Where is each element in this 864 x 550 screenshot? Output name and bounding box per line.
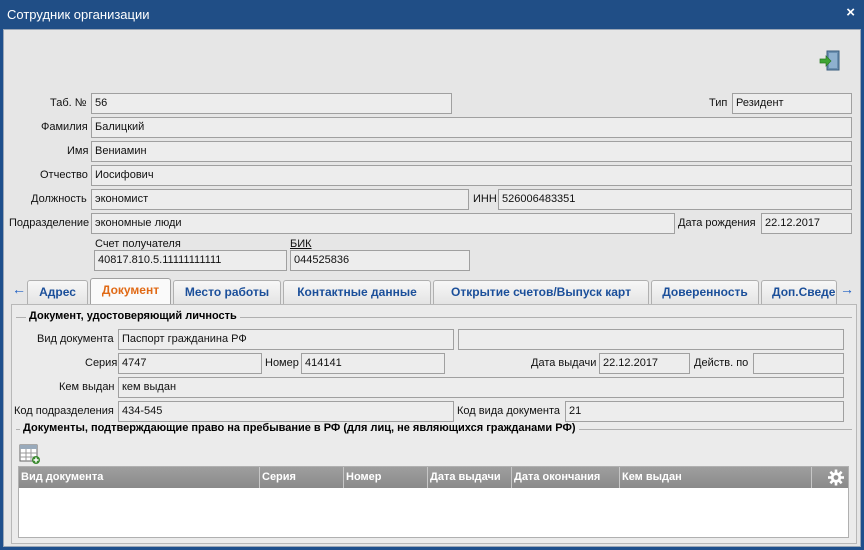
issued-by-label: Кем выдан [59, 381, 115, 393]
department-field[interactable]: экономные люди [91, 213, 675, 234]
arrow-right-icon[interactable]: → [839, 278, 855, 302]
inn-label: ИНН [473, 193, 497, 205]
surname-field[interactable]: Балицкий [91, 117, 852, 138]
tab-address[interactable]: Адрес [27, 280, 88, 304]
doc-type-code-label: Код вида документа [457, 405, 560, 417]
tab-no-label: Таб. № [50, 97, 87, 109]
dept-code-field[interactable]: 434-545 [118, 401, 454, 422]
identity-doc-section-title: Документ, удостоверяющий личность [26, 310, 240, 322]
employee-window: Сотрудник организации × Таб. № 56 Тип Ре… [0, 0, 864, 550]
name-field[interactable]: Вениамин [91, 141, 852, 162]
tab-document[interactable]: Документ [90, 278, 171, 305]
tab-additional-info[interactable]: Доп.Сведе [761, 280, 837, 304]
valid-to-field[interactable] [753, 353, 844, 374]
doc-type-code-field[interactable]: 21 [565, 401, 844, 422]
doc-type-label: Вид документа [37, 333, 114, 345]
type-label: Тип [709, 97, 728, 109]
birth-date-field[interactable]: 22.12.2017 [761, 213, 852, 234]
arrow-left-icon[interactable]: ← [11, 278, 27, 302]
issued-by-field[interactable]: кем выдан [118, 377, 844, 398]
issue-date-label: Дата выдачи [531, 357, 597, 369]
birth-date-label: Дата рождения [678, 217, 756, 229]
series-field[interactable]: 4747 [118, 353, 262, 374]
patronymic-label: Отчество [40, 169, 88, 181]
column-header[interactable]: Номер [344, 467, 428, 488]
account-label: Счет получателя [95, 238, 181, 250]
doc-type-extra-field[interactable] [458, 329, 844, 350]
bik-field[interactable]: 044525836 [290, 250, 470, 271]
number-field[interactable]: 414141 [301, 353, 445, 374]
residence-docs-section-title: Документы, подтверждающие право на пребы… [20, 422, 579, 434]
tab-no-field[interactable]: 56 [91, 93, 452, 114]
close-icon[interactable]: × [846, 4, 855, 21]
tab-contacts[interactable]: Контактные данные [283, 280, 431, 304]
valid-to-label: Действ. по [694, 357, 749, 369]
column-header[interactable]: Дата выдачи [428, 467, 512, 488]
department-label: Подразделение [9, 217, 90, 229]
exit-door-icon[interactable] [819, 50, 841, 72]
position-label: Должность [31, 193, 87, 205]
column-header[interactable]: Кем выдан [620, 467, 812, 488]
table-header: Вид документа Серия Номер Дата выдачи Да… [19, 467, 848, 488]
tab-workplace[interactable]: Место работы [173, 280, 281, 304]
inn-field[interactable]: 526006483351 [498, 189, 852, 210]
bik-link[interactable]: БИК [290, 238, 312, 250]
position-field[interactable]: экономист [91, 189, 469, 210]
issue-date-field[interactable]: 22.12.2017 [599, 353, 690, 374]
window-body: Таб. № 56 Тип Резидент Фамилия Балицкий … [3, 29, 861, 547]
tab-bar: ← Адрес Документ Место работы Контактные… [11, 278, 857, 305]
window-title: Сотрудник организации [7, 7, 150, 22]
series-label: Серия [85, 357, 118, 369]
document-panel: Документ, удостоверяющий личность Вид до… [11, 304, 857, 544]
column-header[interactable]: Серия [260, 467, 344, 488]
account-field[interactable]: 40817.810.5.11111111111 [94, 250, 287, 271]
tab-power-of-attorney[interactable]: Доверенность [651, 280, 759, 304]
surname-label: Фамилия [41, 121, 88, 133]
doc-type-field[interactable]: Паспорт гражданина РФ [118, 329, 454, 350]
number-label: Номер [265, 357, 299, 369]
dept-code-label: Код подразделения [14, 405, 114, 417]
name-label: Имя [67, 145, 89, 157]
residence-docs-table: Вид документа Серия Номер Дата выдачи Да… [18, 466, 849, 538]
tab-accounts-cards[interactable]: Открытие счетов/Выпуск карт [433, 280, 649, 304]
patronymic-field[interactable]: Иосифович [91, 165, 852, 186]
gear-icon[interactable] [826, 468, 846, 487]
column-header[interactable]: Вид документа [19, 467, 260, 488]
title-bar[interactable]: Сотрудник организации × [0, 0, 864, 29]
table-add-icon[interactable] [19, 443, 41, 465]
column-header[interactable]: Дата окончания [512, 467, 620, 488]
type-field[interactable]: Резидент [732, 93, 852, 114]
